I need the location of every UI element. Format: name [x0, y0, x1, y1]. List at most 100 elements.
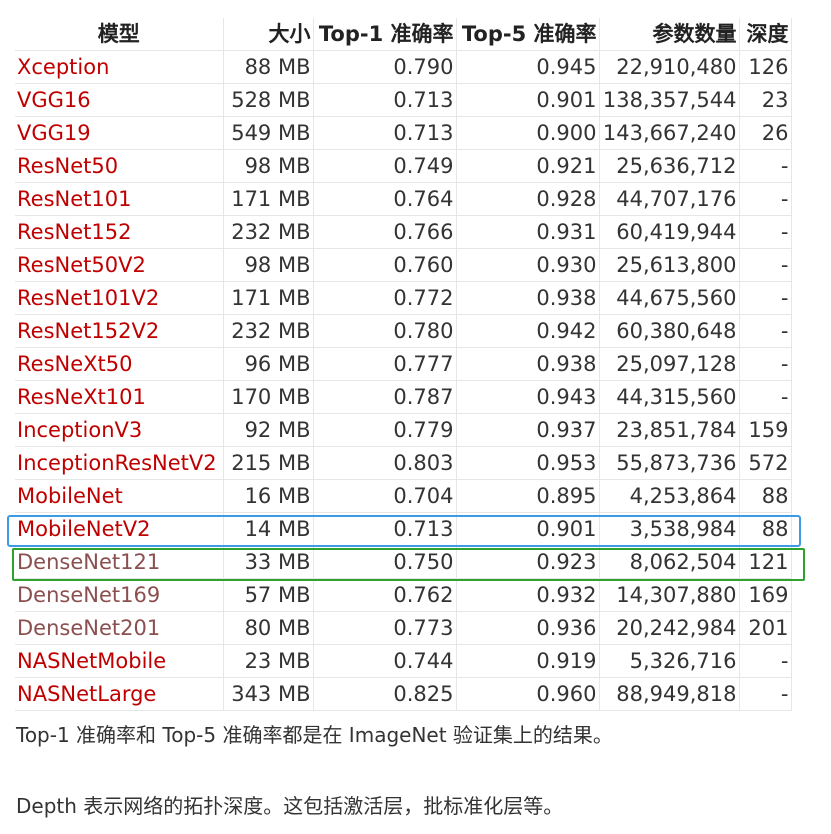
table-row: MobileNet 16 MB 0.704 0.895 4,253,864 88: [15, 479, 792, 513]
top5-cell: 0.945: [455, 50, 600, 84]
params-cell: 4,253,864: [598, 479, 740, 513]
depth-cell: 88: [738, 479, 792, 513]
model-link[interactable]: InceptionV3: [17, 418, 142, 442]
model-link[interactable]: ResNet101: [17, 187, 131, 211]
params-cell: 3,538,984: [598, 512, 740, 546]
table-row: ResNet152 232 MB 0.766 0.931 60,419,944-: [15, 215, 792, 249]
depth-cell: 26: [738, 116, 792, 150]
model-link[interactable]: DenseNet121: [17, 550, 160, 574]
table-body: Xception 88 MB 0.790 0.945 22,910,480 126 VGG1…: [15, 50, 792, 711]
params-cell: 25,613,800: [598, 248, 740, 282]
model-link[interactable]: ResNet50V2: [17, 253, 146, 277]
params-cell: 55,873,736: [598, 446, 740, 480]
top1-cell: 0.713: [312, 512, 457, 546]
top5-cell: 0.938: [455, 347, 600, 381]
model-link[interactable]: MobileNet: [17, 484, 123, 508]
model-link[interactable]: Xception: [17, 55, 109, 79]
params-cell: 138,357,544: [598, 83, 740, 117]
table-row: VGG16 528 MB 0.713 0.901 138,357,544 23: [15, 83, 792, 117]
model-name-cell: ResNet101V2: [15, 281, 224, 315]
size-cell: 528 MB: [222, 83, 314, 117]
accuracy-note: Top-1 准确率和 Top-5 准确率都是在 ImageNet 验证集上的结果…: [16, 723, 613, 747]
model-name-cell: DenseNet121: [15, 545, 224, 579]
table-row: ResNeXt101 170 MB 0.787 0.943 44,315,560-: [15, 380, 792, 414]
table-row: NASNetMobile 23 MB 0.744 0.919 5,326,716-: [15, 644, 792, 678]
depth-cell: -: [738, 182, 792, 216]
header-size: 大小: [222, 18, 314, 51]
model-link[interactable]: DenseNet169: [17, 583, 160, 607]
size-cell: 343 MB: [222, 677, 314, 711]
size-cell: 549 MB: [222, 116, 314, 150]
model-table-container: 模型 大小 Top-1 准确率 Top-5 准确率 参数数量 深度 Xcepti…: [15, 18, 792, 711]
header-depth: 深度: [738, 18, 792, 51]
depth-cell: 121: [738, 545, 792, 579]
model-link[interactable]: VGG19: [17, 121, 91, 145]
depth-cell: 23: [738, 83, 792, 117]
params-cell: 143,667,240: [598, 116, 740, 150]
top1-cell: 0.713: [312, 116, 457, 150]
top5-cell: 0.919: [455, 644, 600, 678]
size-cell: 23 MB: [222, 644, 314, 678]
model-name-cell: NASNetMobile: [15, 644, 224, 678]
header-top1: Top-1 准确率: [312, 18, 457, 51]
params-cell: 88,949,818: [598, 677, 740, 711]
model-link[interactable]: ResNet152: [17, 220, 131, 244]
top5-cell: 0.942: [455, 314, 600, 348]
depth-cell: -: [738, 644, 792, 678]
model-name-cell: InceptionResNetV2: [15, 446, 224, 480]
size-cell: 88 MB: [222, 50, 314, 84]
header-params: 参数数量: [598, 18, 740, 51]
model-link[interactable]: NASNetLarge: [17, 682, 156, 706]
model-name-cell: ResNet152: [15, 215, 224, 249]
size-cell: 171 MB: [222, 182, 314, 216]
top1-cell: 0.762: [312, 578, 457, 612]
table-row: NASNetLarge 343 MB 0.825 0.960 88,949,818-: [15, 677, 792, 711]
top1-cell: 0.790: [312, 50, 457, 84]
model-link[interactable]: NASNetMobile: [17, 649, 166, 673]
depth-cell: 159: [738, 413, 792, 447]
params-cell: 20,242,984: [598, 611, 740, 645]
model-link[interactable]: ResNet101V2: [17, 286, 159, 310]
size-cell: 14 MB: [222, 512, 314, 546]
model-name-cell: NASNetLarge: [15, 677, 224, 711]
model-link[interactable]: ResNeXt101: [17, 385, 146, 409]
model-name-cell: VGG16: [15, 83, 224, 117]
depth-cell: -: [738, 149, 792, 183]
table-row: DenseNet121 33 MB 0.750 0.923 8,062,504 121: [15, 545, 792, 579]
depth-note: Depth 表示网络的拓扑深度。这包括激活层，批标准化层等。: [16, 794, 564, 818]
model-link[interactable]: ResNeXt50: [17, 352, 132, 376]
top5-cell: 0.960: [455, 677, 600, 711]
model-name-cell: DenseNet201: [15, 611, 224, 645]
top1-cell: 0.787: [312, 380, 457, 414]
model-link[interactable]: MobileNetV2: [17, 517, 150, 541]
model-name-cell: ResNet50: [15, 149, 224, 183]
table-row: ResNeXt50 96 MB 0.777 0.938 25,097,128-: [15, 347, 792, 381]
model-link[interactable]: ResNet50: [17, 154, 118, 178]
top1-cell: 0.803: [312, 446, 457, 480]
top5-cell: 0.936: [455, 611, 600, 645]
model-name-cell: ResNeXt101: [15, 380, 224, 414]
model-link[interactable]: ResNet152V2: [17, 319, 159, 343]
top1-cell: 0.773: [312, 611, 457, 645]
size-cell: 170 MB: [222, 380, 314, 414]
table-row: DenseNet201 80 MB 0.773 0.936 20,242,984 201: [15, 611, 792, 645]
model-name-cell: ResNet50V2: [15, 248, 224, 282]
params-cell: 44,315,560: [598, 380, 740, 414]
table-header-row: 模型 大小 Top-1 准确率 Top-5 准确率 参数数量 深度: [15, 18, 792, 51]
size-cell: 80 MB: [222, 611, 314, 645]
depth-cell: -: [738, 248, 792, 282]
top5-cell: 0.901: [455, 512, 600, 546]
top1-cell: 0.772: [312, 281, 457, 315]
params-cell: 5,326,716: [598, 644, 740, 678]
model-link[interactable]: VGG16: [17, 88, 91, 112]
table-row: InceptionResNetV2 215 MB 0.803 0.953 55,873,…: [15, 446, 792, 480]
model-link[interactable]: InceptionResNetV2: [17, 451, 217, 475]
table-row: ResNet101 171 MB 0.764 0.928 44,707,176-: [15, 182, 792, 216]
model-name-cell: InceptionV3: [15, 413, 224, 447]
model-name-cell: MobileNetV2: [15, 512, 224, 546]
depth-cell: -: [738, 347, 792, 381]
size-cell: 33 MB: [222, 545, 314, 579]
model-comparison-table: 模型 大小 Top-1 准确率 Top-5 准确率 参数数量 深度 Xcepti…: [15, 18, 792, 711]
model-link[interactable]: DenseNet201: [17, 616, 160, 640]
params-cell: 22,910,480: [598, 50, 740, 84]
